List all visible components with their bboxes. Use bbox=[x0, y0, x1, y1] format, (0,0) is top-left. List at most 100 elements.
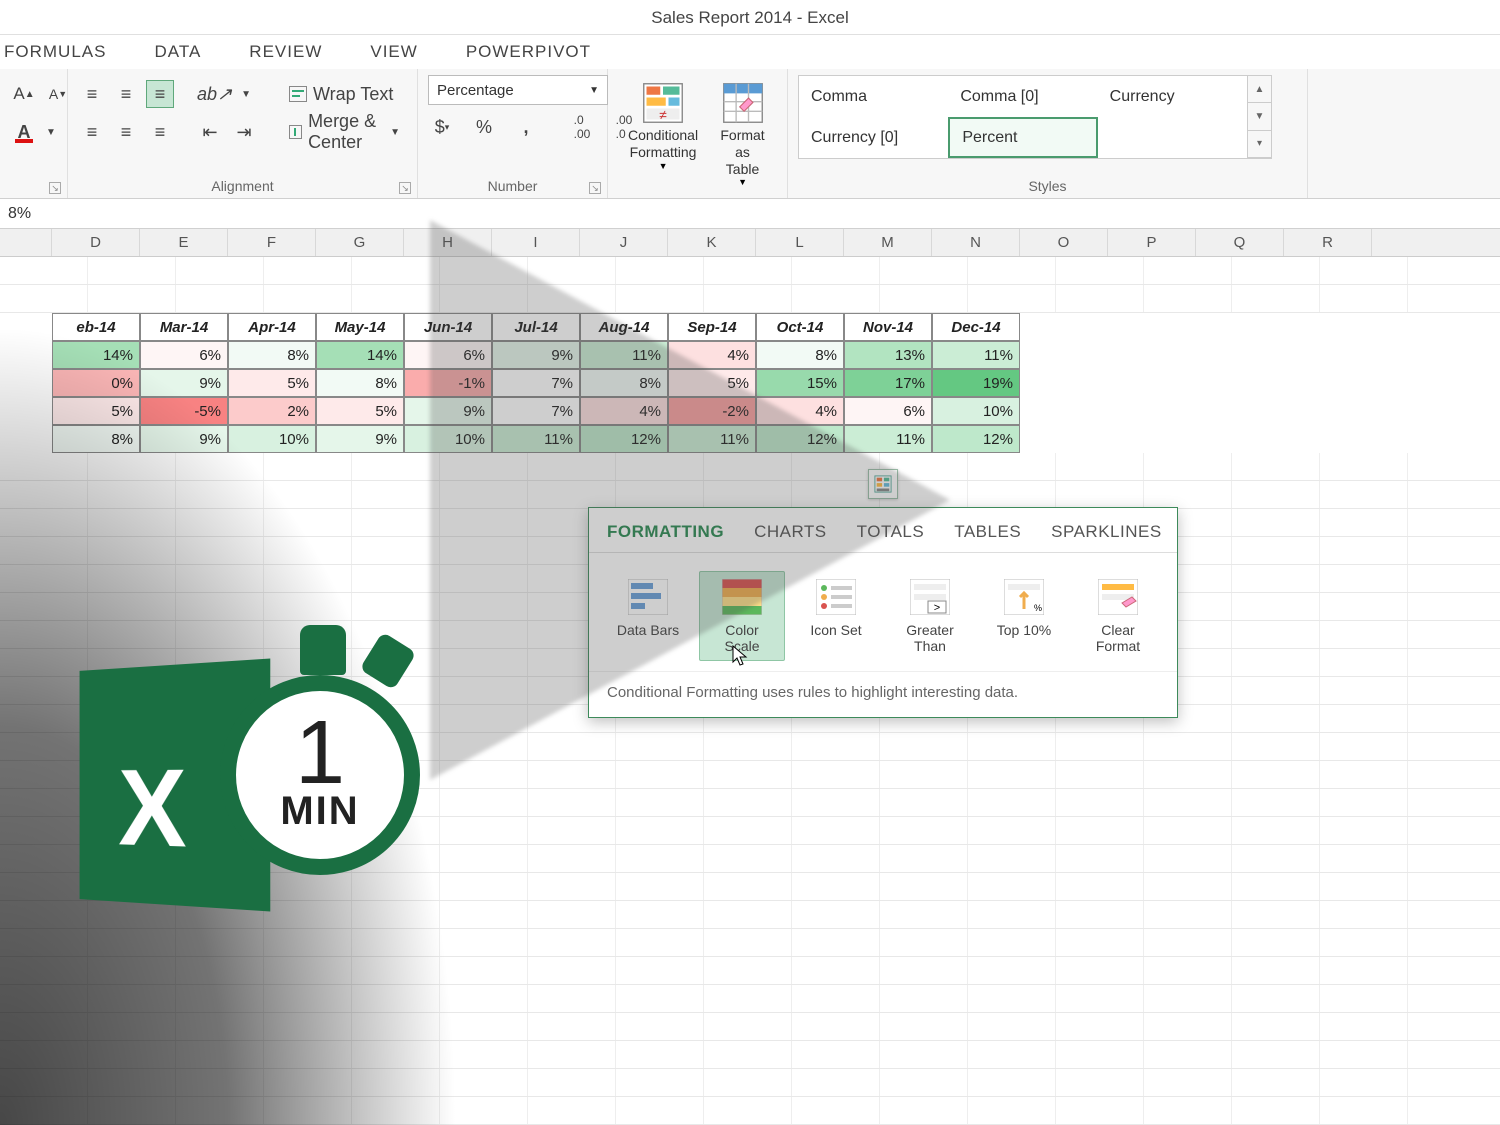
data-cell[interactable]: 5% bbox=[52, 397, 140, 425]
col-header[interactable]: K bbox=[668, 229, 756, 256]
qa-tab-totals[interactable]: TOTALS bbox=[857, 522, 925, 552]
data-cell[interactable]: 9% bbox=[316, 425, 404, 453]
style-currency0[interactable]: Currency [0] bbox=[799, 117, 948, 158]
orientation-dropdown[interactable]: ▼ bbox=[239, 80, 253, 108]
data-cell[interactable]: 11% bbox=[844, 425, 932, 453]
orientation-button[interactable]: ab↗ bbox=[196, 80, 233, 108]
data-cell[interactable]: 11% bbox=[668, 425, 756, 453]
data-cell[interactable]: 5% bbox=[228, 369, 316, 397]
qa-tab-tables[interactable]: TABLES bbox=[954, 522, 1021, 552]
data-cell[interactable]: 6% bbox=[844, 397, 932, 425]
data-cell[interactable]: 14% bbox=[52, 341, 140, 369]
align-left-button[interactable]: ≡ bbox=[78, 118, 106, 146]
col-header[interactable]: J bbox=[580, 229, 668, 256]
col-header[interactable]: O bbox=[1020, 229, 1108, 256]
data-cell[interactable]: -2% bbox=[668, 397, 756, 425]
tab-review[interactable]: REVIEW bbox=[249, 42, 322, 62]
increase-indent-button[interactable]: ⇥ bbox=[230, 118, 258, 146]
data-cell[interactable]: 4% bbox=[668, 341, 756, 369]
tab-view[interactable]: VIEW bbox=[370, 42, 417, 62]
font-dialog-launcher[interactable] bbox=[49, 182, 61, 194]
data-cell[interactable]: 5% bbox=[316, 397, 404, 425]
grow-font-button[interactable]: A▲ bbox=[10, 80, 38, 108]
month-header[interactable]: Apr-14 bbox=[228, 313, 316, 341]
tab-powerpivot[interactable]: POWERPIVOT bbox=[466, 42, 591, 62]
col-header[interactable]: N bbox=[932, 229, 1020, 256]
data-cell[interactable]: 14% bbox=[316, 341, 404, 369]
data-cell[interactable]: 17% bbox=[844, 369, 932, 397]
data-cell[interactable]: 9% bbox=[404, 397, 492, 425]
align-bottom-button[interactable]: ≡ bbox=[146, 80, 174, 108]
align-right-button[interactable]: ≡ bbox=[146, 118, 174, 146]
qa-option-iconset[interactable]: Icon Set bbox=[793, 571, 879, 661]
number-format-dropdown[interactable]: Percentage▼ bbox=[428, 75, 608, 105]
increase-decimal-button[interactable]: .0.00 bbox=[568, 113, 596, 141]
data-cell[interactable]: 8% bbox=[52, 425, 140, 453]
number-dialog-launcher[interactable] bbox=[589, 182, 601, 194]
styles-scroll-up[interactable]: ▲ bbox=[1248, 76, 1271, 103]
month-header[interactable]: Mar-14 bbox=[140, 313, 228, 341]
data-cell[interactable]: 2% bbox=[228, 397, 316, 425]
style-comma0[interactable]: Comma [0] bbox=[948, 76, 1097, 117]
qa-option-databars[interactable]: Data Bars bbox=[605, 571, 691, 661]
format-as-table-button[interactable]: Format as Table ▼ bbox=[708, 77, 777, 191]
month-header[interactable]: Jun-14 bbox=[404, 313, 492, 341]
data-cell[interactable]: 11% bbox=[580, 341, 668, 369]
data-cell[interactable]: 4% bbox=[756, 397, 844, 425]
cell-styles-gallery[interactable]: Comma Comma [0] Currency Currency [0] Pe… bbox=[798, 75, 1248, 159]
col-header[interactable]: L bbox=[756, 229, 844, 256]
month-header[interactable]: Oct-14 bbox=[756, 313, 844, 341]
month-header[interactable]: Sep-14 bbox=[668, 313, 756, 341]
data-cell[interactable]: 8% bbox=[228, 341, 316, 369]
data-cell[interactable]: -5% bbox=[140, 397, 228, 425]
quick-analysis-button[interactable] bbox=[868, 469, 898, 499]
data-cell[interactable]: 9% bbox=[140, 425, 228, 453]
col-header[interactable]: R bbox=[1284, 229, 1372, 256]
data-cell[interactable]: 9% bbox=[492, 341, 580, 369]
wrap-text-button[interactable]: Wrap Text bbox=[282, 80, 400, 108]
data-cell[interactable]: 5% bbox=[668, 369, 756, 397]
data-cell[interactable]: 10% bbox=[932, 397, 1020, 425]
qa-option-top10[interactable]: %Top 10% bbox=[981, 571, 1067, 661]
merge-center-button[interactable]: Merge & Center ▼ bbox=[282, 118, 407, 146]
col-header[interactable]: H bbox=[404, 229, 492, 256]
qa-option-greater[interactable]: >Greater Than bbox=[887, 571, 973, 661]
month-header[interactable]: Jul-14 bbox=[492, 313, 580, 341]
styles-scroll-down[interactable]: ▼ bbox=[1248, 103, 1271, 130]
data-cell[interactable]: 8% bbox=[316, 369, 404, 397]
worksheet-grid[interactable]: DEFGHIJKLMNOPQR eb-14Mar-14Apr-14May-14J… bbox=[0, 229, 1500, 1125]
data-cell[interactable]: 13% bbox=[844, 341, 932, 369]
conditional-formatting-button[interactable]: ≠ Conditional Formatting ▼ bbox=[618, 77, 708, 175]
align-top-button[interactable]: ≡ bbox=[78, 80, 106, 108]
decrease-indent-button[interactable]: ⇤ bbox=[196, 118, 224, 146]
alignment-dialog-launcher[interactable] bbox=[399, 182, 411, 194]
data-cell[interactable]: 7% bbox=[492, 369, 580, 397]
col-header[interactable]: P bbox=[1108, 229, 1196, 256]
data-cell[interactable]: 8% bbox=[756, 341, 844, 369]
col-header[interactable]: D bbox=[52, 229, 140, 256]
data-cell[interactable]: 11% bbox=[492, 425, 580, 453]
data-cell[interactable]: 7% bbox=[492, 397, 580, 425]
align-center-button[interactable]: ≡ bbox=[112, 118, 140, 146]
font-color-button[interactable]: A bbox=[10, 118, 38, 146]
data-cell[interactable]: 8% bbox=[580, 369, 668, 397]
data-cell[interactable]: 6% bbox=[404, 341, 492, 369]
col-header[interactable]: M bbox=[844, 229, 932, 256]
data-cell[interactable]: 12% bbox=[756, 425, 844, 453]
data-cell[interactable]: 6% bbox=[140, 341, 228, 369]
column-headers[interactable]: DEFGHIJKLMNOPQR bbox=[0, 229, 1500, 257]
data-cell[interactable]: 10% bbox=[404, 425, 492, 453]
style-comma[interactable]: Comma bbox=[799, 76, 948, 117]
font-color-dropdown[interactable]: ▼ bbox=[44, 118, 58, 146]
col-header[interactable]: E bbox=[140, 229, 228, 256]
align-middle-button[interactable]: ≡ bbox=[112, 80, 140, 108]
month-header[interactable]: Dec-14 bbox=[932, 313, 1020, 341]
qa-option-clear[interactable]: Clear Format bbox=[1075, 571, 1161, 661]
data-cell[interactable]: 4% bbox=[580, 397, 668, 425]
data-cell[interactable]: 12% bbox=[932, 425, 1020, 453]
style-currency[interactable]: Currency bbox=[1098, 76, 1247, 117]
qa-option-colorscale[interactable]: Color Scale bbox=[699, 571, 785, 661]
data-cell[interactable]: 10% bbox=[228, 425, 316, 453]
styles-more[interactable]: ▾ bbox=[1248, 131, 1271, 158]
formula-bar[interactable]: 8% bbox=[0, 199, 1500, 229]
